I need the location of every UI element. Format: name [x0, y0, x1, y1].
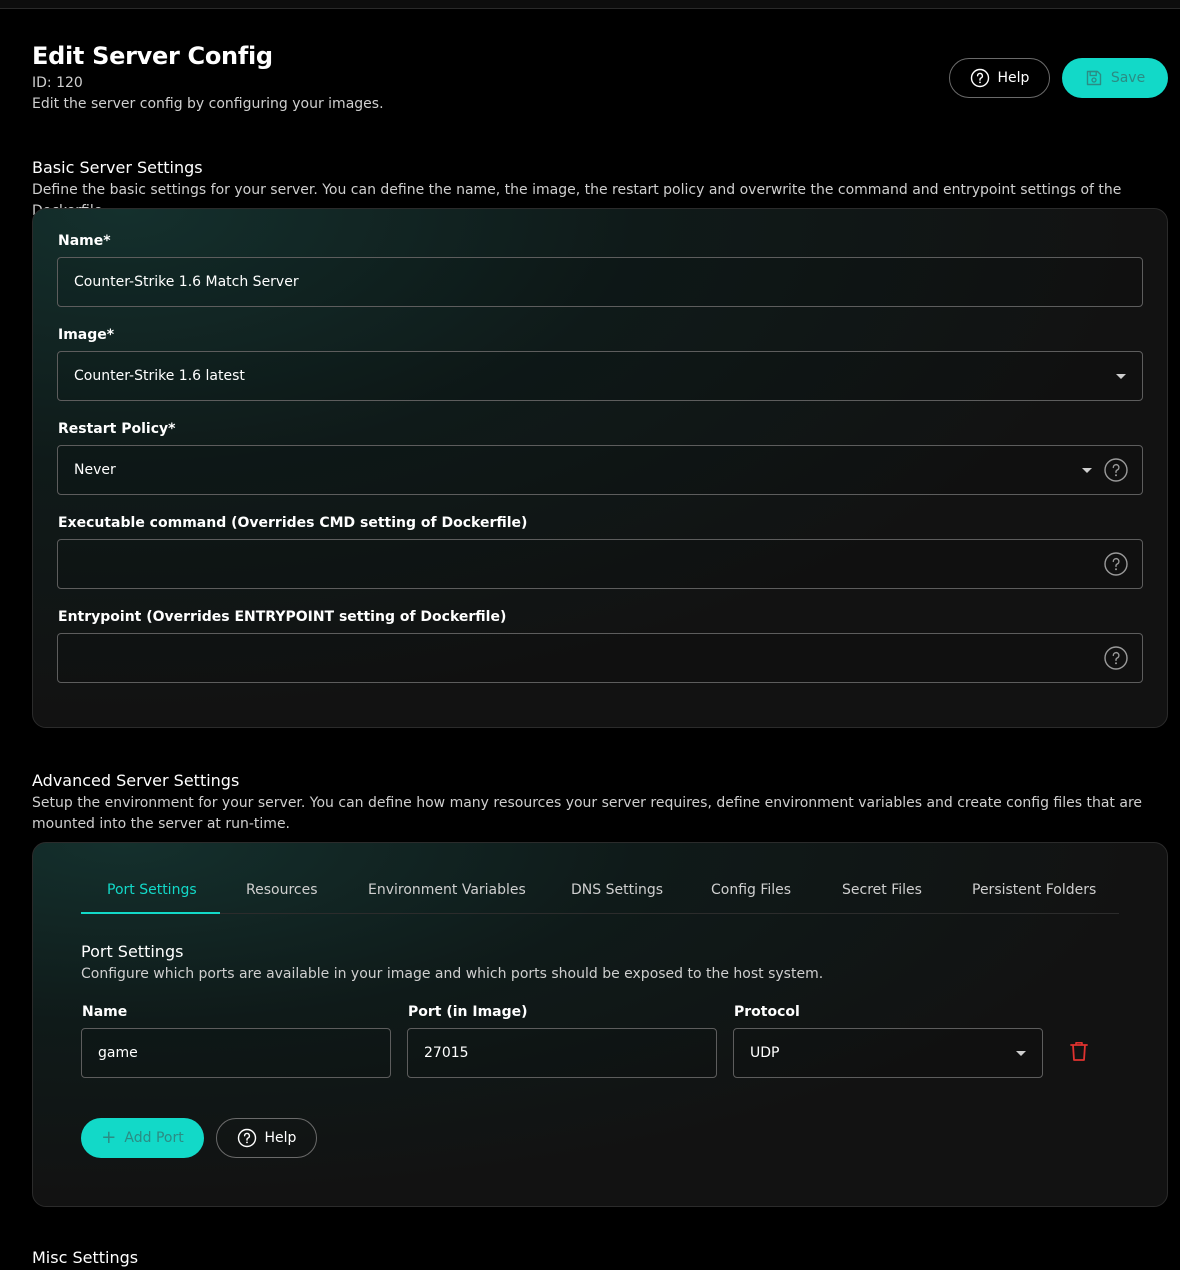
port-number-input[interactable]: 27015 [407, 1028, 717, 1078]
tab-environment-variables[interactable]: Environment Variables [368, 882, 526, 898]
name-input[interactable]: Counter-Strike 1.6 Match Server [57, 257, 1143, 307]
help-button[interactable]: Help [949, 58, 1050, 98]
add-port-label: Add Port [124, 1130, 184, 1146]
tab-dns-settings[interactable]: DNS Settings [571, 882, 663, 898]
plus-icon: + [101, 1127, 117, 1148]
basic-settings-title: Basic Server Settings [32, 158, 203, 177]
entrypoint-input[interactable] [57, 633, 1143, 683]
top-bar [0, 0, 1180, 9]
protocol-value: UDP [750, 1045, 780, 1061]
advanced-settings-title: Advanced Server Settings [32, 771, 240, 790]
save-button-label: Save [1110, 70, 1146, 86]
image-select[interactable]: Counter-Strike 1.6 latest [57, 351, 1143, 401]
restart-policy-question-icon[interactable] [1104, 458, 1128, 482]
entrypoint-label: Entrypoint (Overrides ENTRYPOINT setting… [58, 609, 507, 625]
active-tab-indicator [81, 912, 220, 914]
port-name-value: game [98, 1045, 138, 1061]
tab-config-files[interactable]: Config Files [711, 882, 791, 898]
port-name-column-label: Name [82, 1004, 128, 1020]
restart-policy-value: Never [74, 462, 116, 478]
protocol-select[interactable]: UDP [733, 1028, 1043, 1078]
delete-port-trash-icon[interactable] [1069, 1040, 1089, 1062]
command-question-icon[interactable] [1104, 552, 1128, 576]
image-label: Image* [58, 327, 115, 343]
help-icon [237, 1128, 256, 1148]
port-help-label: Help [264, 1130, 297, 1146]
save-button[interactable]: Save [1062, 58, 1168, 98]
entrypoint-question-icon[interactable] [1104, 646, 1128, 670]
name-input-value: Counter-Strike 1.6 Match Server [74, 274, 299, 290]
port-number-column-label: Port (in Image) [408, 1004, 528, 1020]
port-name-input[interactable]: game [81, 1028, 391, 1078]
port-help-button[interactable]: Help [216, 1118, 317, 1158]
protocol-column-label: Protocol [734, 1004, 800, 1020]
tab-secret-files[interactable]: Secret Files [842, 882, 922, 898]
command-label: Executable command (Overrides CMD settin… [58, 515, 528, 531]
save-icon [1086, 70, 1102, 86]
restart-policy-select[interactable]: Never [57, 445, 1143, 495]
restart-policy-label: Restart Policy* [58, 421, 176, 437]
port-number-value: 27015 [424, 1045, 469, 1061]
tab-persistent-folders[interactable]: Persistent Folders [972, 882, 1096, 898]
image-select-value: Counter-Strike 1.6 latest [74, 368, 245, 384]
config-id: ID: 120 [32, 75, 83, 91]
page-subtitle: Edit the server config by configuring yo… [32, 96, 384, 112]
help-button-label: Help [997, 70, 1030, 86]
protocol-dropdown-caret-icon[interactable] [1016, 1051, 1026, 1056]
name-label: Name* [58, 233, 111, 249]
help-icon [970, 68, 989, 88]
restart-dropdown-caret-icon[interactable] [1082, 468, 1092, 473]
port-settings-title: Port Settings [81, 942, 184, 961]
tab-resources[interactable]: Resources [246, 882, 318, 898]
add-port-button[interactable]: + Add Port [81, 1118, 204, 1158]
image-dropdown-caret-icon[interactable] [1116, 374, 1126, 379]
port-settings-description: Configure which ports are available in y… [81, 966, 824, 982]
page-title: Edit Server Config [32, 42, 273, 70]
tab-port-settings[interactable]: Port Settings [107, 882, 197, 898]
advanced-settings-description: Setup the environment for your server. Y… [32, 795, 1143, 832]
tabs-divider [81, 913, 1119, 914]
command-input[interactable] [57, 539, 1143, 589]
misc-settings-title: Misc Settings [32, 1248, 139, 1267]
